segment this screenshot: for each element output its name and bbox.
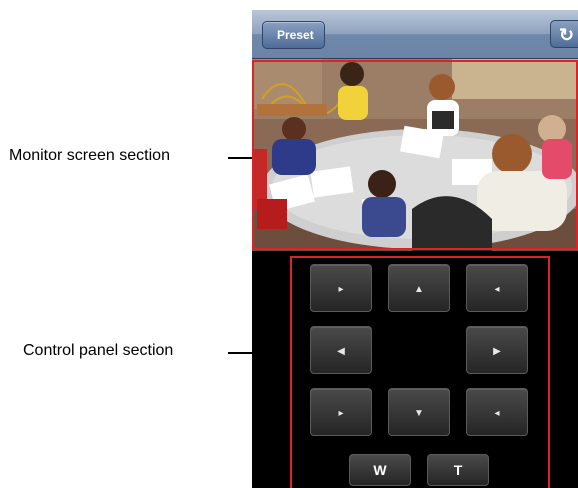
arrow-down-icon: ▼ xyxy=(414,408,424,419)
preset-back-button[interactable]: Preset xyxy=(262,21,325,49)
pan-left-button[interactable]: ◀ xyxy=(310,326,372,374)
arrow-down-right-icon: ◂ xyxy=(494,408,500,419)
refresh-icon: ↻ xyxy=(559,25,575,45)
arrow-up-icon: ▲ xyxy=(414,284,424,295)
control-panel: ▸ ▲ ◂ ◀ ▶ ▸ ▼ ◂ W T xyxy=(252,251,578,488)
pan-right-button[interactable]: ▶ xyxy=(466,326,528,374)
arrow-up-left-icon: ▸ xyxy=(338,284,344,295)
pan-down-left-button[interactable]: ▸ xyxy=(310,388,372,436)
pan-up-left-button[interactable]: ▸ xyxy=(310,264,372,312)
phone-screen: Preset ↻ ▸ ▲ ◂ ◀ ▶ ▸ ▼ ◂ W T xyxy=(252,10,578,488)
pan-down-right-button[interactable]: ◂ xyxy=(466,388,528,436)
monitor-leader-line xyxy=(228,157,254,159)
arrow-down-left-icon: ▸ xyxy=(338,408,344,419)
control-section-label: Control panel section xyxy=(23,342,174,359)
pan-up-button[interactable]: ▲ xyxy=(388,264,450,312)
arrow-right-icon: ▶ xyxy=(493,346,501,357)
navigation-bar: Preset ↻ xyxy=(252,10,578,59)
monitor-section-label: Monitor screen section xyxy=(9,147,170,164)
arrow-up-right-icon: ◂ xyxy=(494,284,500,295)
preset-button-label: Preset xyxy=(277,28,314,42)
monitor-screen[interactable] xyxy=(252,59,578,251)
pan-down-button[interactable]: ▼ xyxy=(388,388,450,436)
arrow-left-icon: ◀ xyxy=(337,346,345,357)
zoom-tele-button[interactable]: T xyxy=(427,454,489,486)
pan-up-right-button[interactable]: ◂ xyxy=(466,264,528,312)
refresh-button[interactable]: ↻ xyxy=(550,20,578,48)
zoom-wide-label: W xyxy=(373,462,387,478)
zoom-wide-button[interactable]: W xyxy=(349,454,411,486)
zoom-tele-label: T xyxy=(453,462,463,478)
camera-feed-image xyxy=(252,59,578,251)
